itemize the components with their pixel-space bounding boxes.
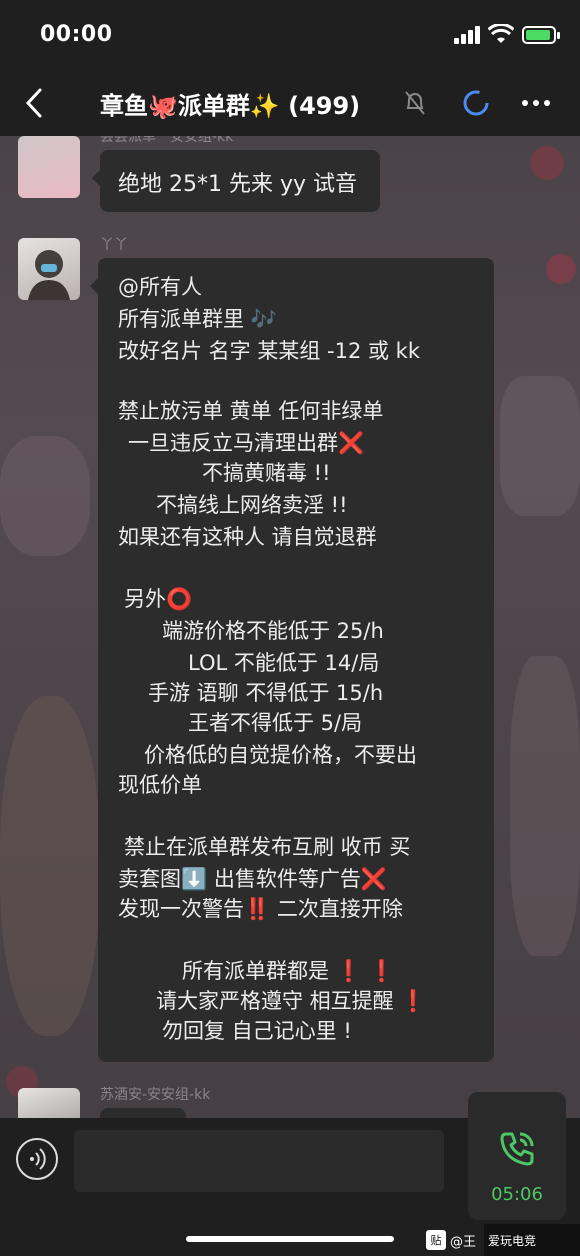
- message-line: 请大家严格遵守 相互提醒 ❗: [156, 989, 427, 1013]
- message-bubble[interactable]: @所有人 所有派单群里 🎶 改好名片 名字 某某组 -12 或 kk 禁止放污单…: [90, 258, 494, 1062]
- wifi-icon: [488, 24, 514, 43]
- avatar[interactable]: [18, 136, 80, 198]
- logo-text: 爱玩电竞: [488, 1233, 537, 1248]
- sound-wave-icon: [30, 1148, 46, 1170]
- cherry-decoration-icon: [546, 254, 576, 284]
- message-line: @所有人: [118, 275, 202, 299]
- avatar[interactable]: [18, 1088, 80, 1118]
- message-line: 一旦违反立马清理出群❌: [128, 431, 365, 455]
- message-line: 端游价格不能低于 25/h: [162, 619, 384, 643]
- status-bar: 00:00: [0, 0, 580, 70]
- sender-name: 苏酒安-安安组-kk: [100, 1087, 211, 1103]
- call-duration: 05:06: [491, 1184, 543, 1205]
- message-line: 王者不得低于 5/局: [188, 711, 363, 735]
- sundae-decoration-icon: [510, 656, 580, 956]
- message-line: 发现一次警告‼️ 二次直接开除: [118, 897, 403, 921]
- message-line: 禁止在派单群发布互刷 收币 买: [124, 835, 411, 859]
- message-input[interactable]: [74, 1130, 444, 1192]
- home-indicator[interactable]: [186, 1236, 394, 1242]
- watermark-text: @王: [450, 1234, 477, 1250]
- bunny-decoration-icon: [0, 436, 90, 556]
- avatar[interactable]: [18, 238, 80, 300]
- chat-area[interactable]: 尝尝派单一安安组-kk 绝地 25*1 先来 yy 试音 丫丫 @所有人 所有派…: [0, 136, 580, 1118]
- message-line: 卖套图⬇️ 出售软件等广告❌: [118, 867, 387, 891]
- sender-name: 尝尝派单一安安组-kk: [100, 136, 234, 145]
- message-text: 绝地 25*1 先来 yy 试音: [118, 172, 358, 197]
- ellipsis-icon[interactable]: [522, 100, 552, 108]
- call-floating-window[interactable]: 05:06: [468, 1092, 566, 1220]
- person-icon: [28, 250, 70, 300]
- message-line: 现低价单: [118, 773, 202, 797]
- message-line: 所有派单群里 🎶: [118, 307, 277, 331]
- message-line: 改好名片 名字 某某组 -12 或 kk: [118, 339, 420, 363]
- message-line: 另外⭕: [124, 587, 193, 611]
- loading-ring-icon: [463, 90, 489, 116]
- phone-icon: [500, 1132, 534, 1166]
- message-line: 价格低的自觉提价格，不要出: [144, 743, 417, 767]
- voice-icon[interactable]: [16, 1138, 58, 1180]
- battery-icon: [522, 26, 560, 44]
- sender-name: 丫丫: [100, 237, 128, 253]
- cherry-decoration-icon: [530, 146, 564, 180]
- bear-decoration-icon: [0, 696, 100, 1036]
- chat-header: 章鱼🐙派单群✨ (499): [0, 70, 580, 136]
- message-line: 不搞黄赌毒 !!: [202, 461, 331, 485]
- watermark-badge: 贴: [426, 1230, 446, 1250]
- site-logo: 爱玩电竞: [484, 1224, 580, 1256]
- message-bubble[interactable]: 绝地 25*1 先来 yy 试音: [92, 150, 380, 212]
- message-line: 手游 语聊 不得低于 15/h: [148, 681, 384, 705]
- watermark: 贴 @王: [426, 1228, 476, 1252]
- message-bubble[interactable]: [100, 1108, 186, 1118]
- chat-title: 章鱼🐙派单群✨ (499): [100, 92, 361, 120]
- icecream-decoration-icon: [500, 376, 580, 516]
- clock: 00:00: [40, 22, 113, 47]
- signal-icon: [454, 26, 482, 44]
- chevron-left-icon[interactable]: [20, 86, 50, 120]
- message-line: LOL 不能低于 14/局: [188, 651, 380, 675]
- message-line: 所有派单群都是 ❗ ❗: [182, 959, 395, 983]
- message-line: 如果还有这种人 请自觉退群: [118, 525, 377, 549]
- message-line: 禁止放污单 黄单 任何非绿单: [118, 399, 384, 423]
- message-line: 不搞线上网络卖淫 !!: [156, 493, 348, 517]
- message-line: 勿回复 自己记心里 !: [162, 1019, 352, 1043]
- bell-slash-icon: [405, 91, 425, 115]
